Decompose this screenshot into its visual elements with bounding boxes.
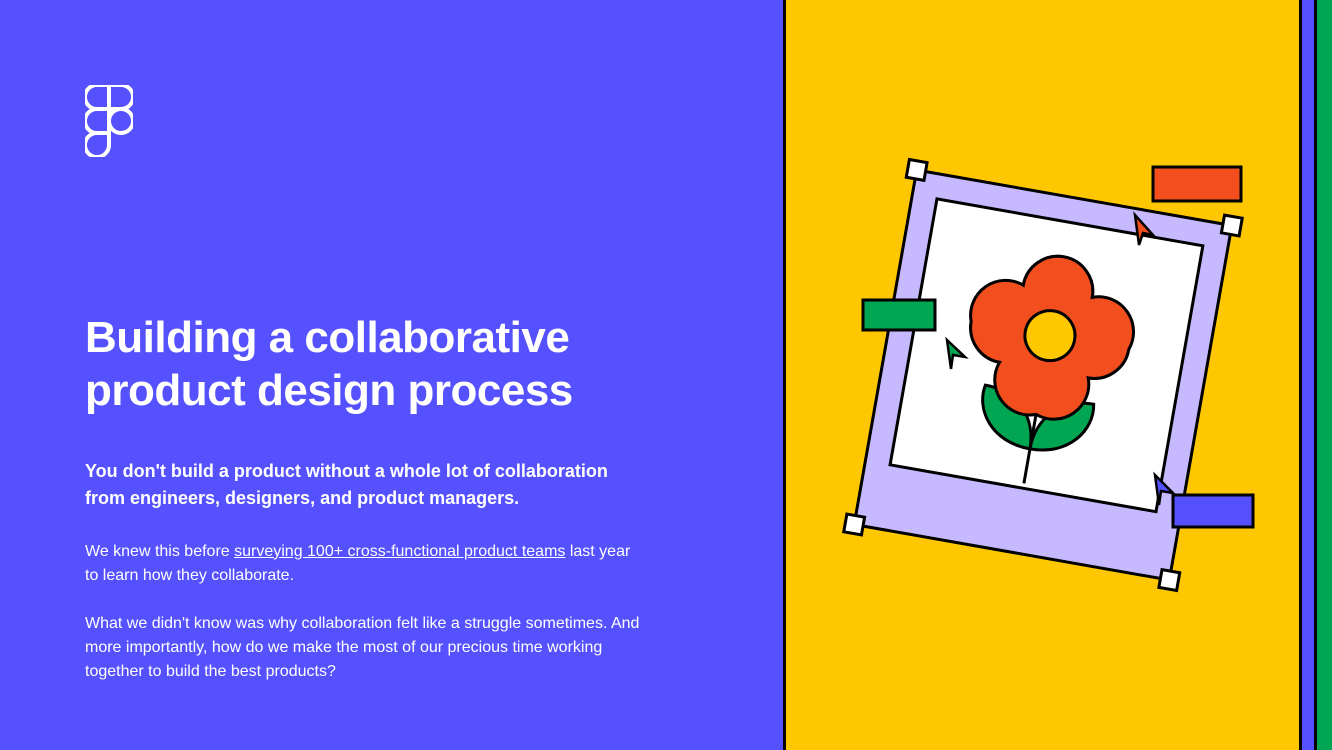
yellow-background [783,0,1299,750]
left-panel: Building a collaborative product design … [0,0,783,750]
page-heading: Building a collaborative product design … [85,312,698,418]
page-subheading: You don't build a product without a whol… [85,458,645,512]
body-paragraph-2: What we didn't know was why collaboratio… [85,612,645,684]
body1-prefix: We knew this before [85,543,234,560]
right-panel [783,0,1332,750]
body-paragraph-1: We knew this before surveying 100+ cross… [85,540,645,588]
survey-link[interactable]: surveying 100+ cross-functional product … [234,543,565,560]
polaroid-flower-illustration [803,135,1283,615]
figma-logo-icon [85,85,133,157]
green-stripe [1314,0,1332,750]
blue-stripe [1299,0,1314,750]
